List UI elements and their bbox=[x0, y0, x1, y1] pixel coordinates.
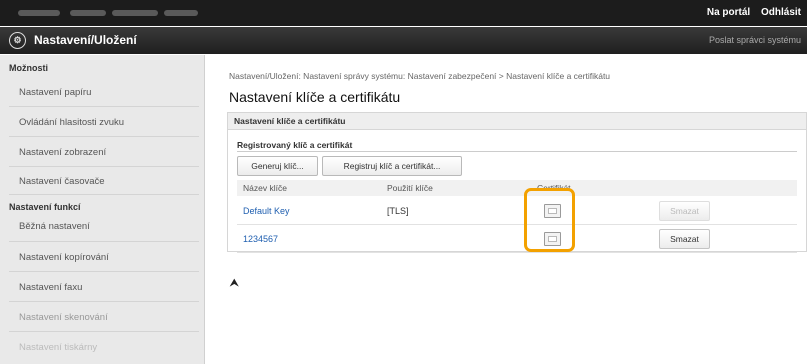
column-header-key-usage: Použití klíče bbox=[387, 183, 433, 193]
mail-admin-link[interactable]: Poslat správci systému bbox=[709, 27, 801, 54]
table-row: 1234567 Smazat bbox=[237, 225, 797, 253]
key-name-link[interactable]: Default Key bbox=[243, 197, 290, 225]
redacted-device-info bbox=[112, 10, 158, 16]
sidebar-section-function-settings: Nastavení funkcí bbox=[9, 202, 81, 212]
section-header: Nastavení klíče a certifikátu bbox=[228, 113, 806, 130]
sidebar-section-options: Možnosti bbox=[9, 63, 48, 73]
sidebar-item-volume[interactable]: Ovládání hlasitosti zvuku bbox=[19, 117, 194, 128]
key-name-link[interactable]: 1234567 bbox=[243, 225, 278, 253]
generate-key-button[interactable]: Generuj klíč... bbox=[237, 156, 318, 176]
sidebar-item-printer-settings[interactable]: Nastavení tiskárny bbox=[19, 342, 194, 353]
sidebar-item-display-settings[interactable]: Nastavení zobrazení bbox=[19, 147, 194, 158]
redacted-device-info bbox=[70, 10, 106, 16]
divider bbox=[9, 271, 199, 272]
delete-button-disabled: Smazat bbox=[659, 201, 710, 221]
sidebar-item-scan-settings[interactable]: Nastavení skenování bbox=[19, 312, 194, 323]
delete-button[interactable]: Smazat bbox=[659, 229, 710, 249]
sidebar-item-timer-settings[interactable]: Nastavení časovače bbox=[19, 176, 194, 187]
table-header: Název klíče Použití klíče Certifikát bbox=[237, 180, 797, 196]
title-bar: ⚙ Nastavení/Uložení Poslat správci systé… bbox=[0, 27, 807, 54]
sidebar-item-copy-settings[interactable]: Nastavení kopírování bbox=[19, 252, 194, 263]
app-title: Nastavení/Uložení bbox=[34, 33, 137, 47]
redacted-device-info bbox=[164, 10, 198, 16]
column-header-key-name: Název klíče bbox=[243, 183, 287, 193]
divider bbox=[9, 136, 199, 137]
settings-logo-icon: ⚙ bbox=[9, 32, 26, 49]
divider bbox=[9, 241, 199, 242]
divider bbox=[9, 301, 199, 302]
top-bar: Na portál Odhlásit bbox=[0, 0, 807, 26]
breadcrumb: Nastavení/Uložení: Nastavení správy syst… bbox=[229, 71, 611, 81]
sidebar: Možnosti Nastavení papíru Ovládání hlasi… bbox=[0, 55, 205, 364]
divider bbox=[9, 106, 199, 107]
subsection-title: Registrovaný klíč a certifikát bbox=[237, 140, 797, 152]
register-key-certificate-button[interactable]: Registruj klíč a certifikát... bbox=[322, 156, 462, 176]
divider bbox=[9, 331, 199, 332]
page-title: Nastavení klíče a certifikátu bbox=[229, 89, 401, 105]
sidebar-item-common-settings[interactable]: Běžná nastavení bbox=[19, 221, 194, 232]
portal-link[interactable]: Na portál bbox=[707, 7, 750, 18]
divider bbox=[9, 166, 199, 167]
main-content: Nastavení/Uložení: Nastavení správy syst… bbox=[206, 55, 807, 364]
certificate-column-highlight bbox=[524, 188, 575, 252]
sidebar-item-paper-settings[interactable]: Nastavení papíru bbox=[19, 87, 194, 98]
table-row: Default Key [TLS] Smazat bbox=[237, 197, 797, 225]
redacted-device-info bbox=[18, 10, 60, 16]
key-usage: [TLS] bbox=[387, 206, 409, 216]
divider bbox=[9, 194, 199, 195]
scroll-to-top-icon[interactable]: ⮝ bbox=[230, 278, 239, 289]
logout-link[interactable]: Odhlásit bbox=[761, 7, 801, 18]
sidebar-item-fax-settings[interactable]: Nastavení faxu bbox=[19, 282, 194, 293]
key-certificate-panel: Nastavení klíče a certifikátu Registrova… bbox=[227, 112, 807, 253]
